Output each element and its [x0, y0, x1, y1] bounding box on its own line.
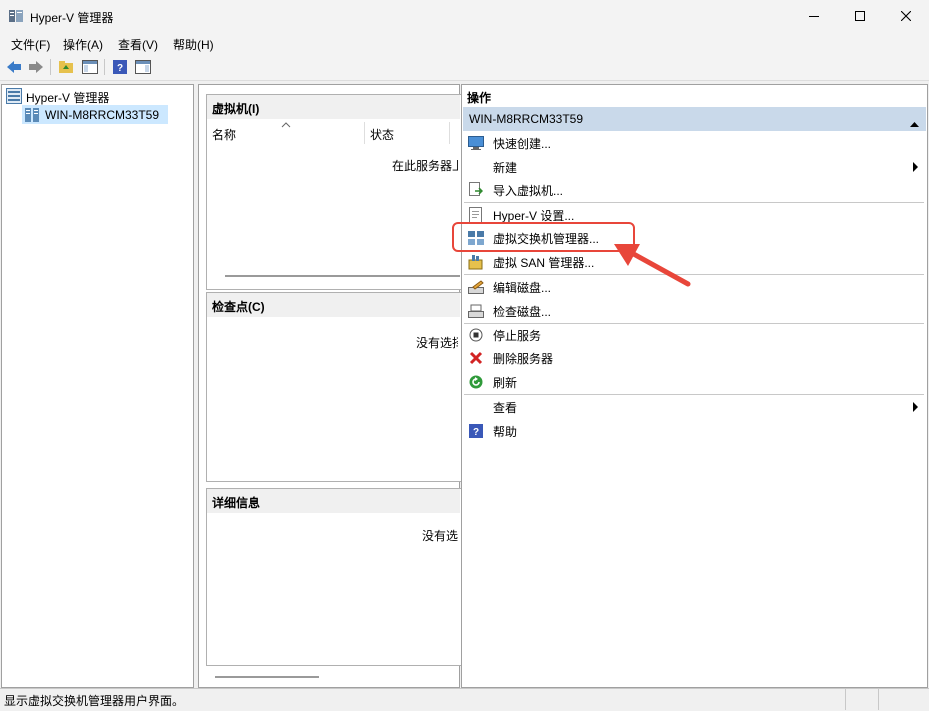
tree-panel [1, 84, 194, 688]
quick-create-icon [468, 135, 484, 151]
column-header-state[interactable]: 状态 [370, 126, 394, 143]
status-divider [878, 689, 879, 710]
menu-view[interactable]: 查看(V) [118, 36, 158, 53]
submenu-arrow-icon [913, 402, 918, 412]
import-icon [468, 182, 484, 198]
san-icon [468, 254, 484, 270]
action-delete-server[interactable]: 删除服务器 [464, 346, 924, 370]
vm-panel-title: 虚拟机(I) [212, 102, 260, 116]
help-icon: ? [468, 423, 484, 439]
action-import-vm[interactable]: 导入虚拟机... [464, 178, 924, 202]
status-divider [845, 689, 846, 710]
toolbar-separator [104, 59, 105, 75]
actions-group-label: WIN-M8RRCM33T59 [469, 112, 584, 126]
console-tree-icon [82, 60, 98, 74]
action-pane-icon [135, 60, 151, 74]
edit-disk-icon [468, 279, 484, 295]
actions-pane-title: 操作 [467, 91, 492, 105]
column-divider [364, 122, 365, 144]
menu-help[interactable]: 帮助(H) [173, 36, 214, 53]
delete-icon [468, 350, 484, 366]
action-help[interactable]: ? 帮助 [464, 419, 924, 443]
window-title: Hyper-V 管理器 [30, 11, 114, 25]
status-text: 显示虚拟交换机管理器用户界面。 [4, 694, 185, 708]
action-refresh[interactable]: 刷新 [464, 370, 924, 394]
close-button[interactable] [883, 0, 929, 32]
refresh-icon [468, 374, 484, 390]
action-quick-create[interactable]: 快速创建... [464, 131, 924, 155]
action-stop-service[interactable]: 停止服务 [464, 323, 924, 347]
toolbar-separator [50, 59, 51, 75]
title-bar [0, 0, 929, 32]
checkpoint-empty-message: 没有选择 [416, 336, 458, 350]
minimize-button[interactable] [791, 0, 837, 32]
forward-arrow-icon [29, 61, 43, 73]
menu-action[interactable]: 操作(A) [63, 36, 103, 53]
action-new[interactable]: 新建 [464, 155, 924, 179]
column-header-name[interactable]: 名称 [212, 126, 236, 143]
submenu-arrow-icon [913, 162, 918, 172]
annotation-arrow-icon [608, 236, 694, 293]
tree-root-label[interactable]: Hyper-V 管理器 [26, 89, 109, 106]
maximize-button[interactable] [837, 0, 883, 32]
forward-button[interactable] [27, 58, 45, 76]
inspect-disk-icon [468, 303, 484, 319]
vm-horizontal-scrollbar[interactable] [225, 275, 460, 277]
up-folder-button[interactable] [57, 58, 75, 76]
vm-empty-message: 在此服务器上 [392, 159, 458, 173]
svg-text:?: ? [117, 63, 123, 74]
back-button[interactable] [5, 58, 23, 76]
hyperv-app-icon [8, 8, 24, 24]
action-virtual-san-manager[interactable]: 虚拟 SAN 管理器... [464, 250, 924, 274]
server-icon [24, 107, 40, 123]
action-edit-disk[interactable]: 编辑磁盘... [464, 275, 924, 299]
back-arrow-icon [7, 61, 21, 73]
hyperv-manager-icon [6, 88, 22, 104]
help-toolbar-button[interactable]: ? [111, 58, 129, 76]
tree-server-label: WIN-M8RRCM33T59 [45, 108, 160, 122]
menu-file[interactable]: 文件(F) [11, 36, 50, 53]
stop-icon [468, 327, 484, 343]
checkpoint-panel-title: 检查点(C) [212, 300, 265, 314]
details-empty-message: 没有选 [422, 529, 458, 543]
action-view[interactable]: 查看 [464, 395, 924, 419]
help-icon: ? [113, 60, 127, 74]
close-icon [901, 11, 911, 21]
column-divider [449, 122, 450, 144]
details-panel-title: 详细信息 [212, 496, 261, 510]
details-panel [206, 488, 462, 666]
vm-panel [206, 94, 462, 290]
svg-text:?: ? [473, 427, 479, 438]
minimize-icon [809, 16, 819, 17]
action-inspect-disk[interactable]: 检查磁盘... [464, 299, 924, 323]
sort-ascending-icon [281, 117, 291, 131]
middle-horizontal-scrollbar[interactable] [215, 676, 319, 678]
maximize-icon [855, 11, 865, 21]
settings-icon [468, 207, 484, 223]
checkpoint-panel [206, 292, 462, 482]
show-action-pane-button[interactable] [134, 58, 152, 76]
folder-up-icon [59, 61, 73, 73]
show-hide-tree-button[interactable] [81, 58, 99, 76]
collapse-up-icon[interactable] [910, 116, 919, 130]
